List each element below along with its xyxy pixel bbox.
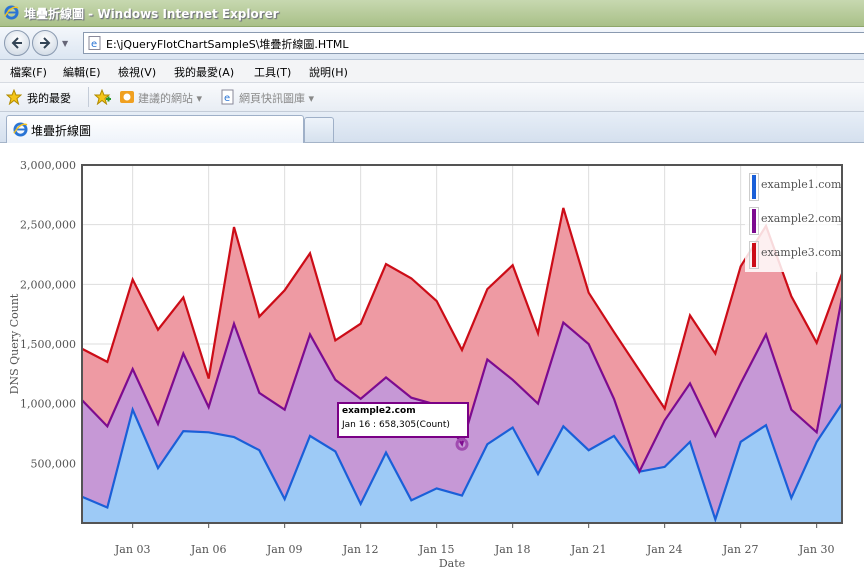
ie-page-icon: e [88, 36, 101, 50]
web-slice-gallery-icon: e [221, 89, 234, 105]
chart-tooltip: example2.com Jan 16 : 658,305(Count) [337, 402, 469, 438]
ie-logo-icon [4, 5, 19, 20]
x-tick-label: Jan 27 [722, 543, 759, 556]
menu-edit[interactable]: 編輯(E) [63, 64, 101, 80]
favorites-bar: 我的最愛 建議的網站 ▾ e 網頁快訊圖庫 ▾ [0, 83, 864, 112]
menu-favorites[interactable]: 我的最愛(A) [174, 64, 234, 80]
legend-item-example3: example3.com [749, 238, 841, 269]
tab-label: 堆疊折線圖 [31, 124, 92, 138]
window-titlebar: 堆疊折線圖 - Windows Internet Explorer [0, 0, 864, 27]
y-tick-label: 500,000 [31, 457, 77, 470]
toolbar-divider [88, 87, 89, 107]
ie-tab-icon [13, 122, 28, 137]
tooltip-title: example2.com [342, 406, 416, 416]
new-tab-button[interactable] [304, 117, 334, 142]
back-arrow-icon [11, 37, 22, 49]
y-tick-label: 2,500,000 [20, 219, 76, 232]
x-tick-label: Jan 21 [570, 543, 607, 556]
y-tick-label: 2,000,000 [20, 278, 76, 291]
menu-tools[interactable]: 工具(T) [254, 64, 291, 80]
x-tick-label: Jan 24 [646, 543, 683, 556]
y-axis-label: DNS Query Count [8, 293, 21, 394]
forward-arrow-icon [40, 37, 51, 49]
web-slice-gallery-button[interactable]: 網頁快訊圖庫 ▾ [239, 90, 314, 106]
legend-item-example1: example1.com [749, 170, 841, 201]
legend-swatch [749, 173, 759, 201]
forward-button[interactable] [32, 30, 58, 56]
y-tick-label: 1,500,000 [20, 338, 76, 351]
legend-label: example2.com [761, 212, 842, 225]
menu-help[interactable]: 說明(H) [309, 64, 348, 80]
navigation-bar: ▼ e E:\jQueryFlotChartSampleS\堆疊折線圖.HTML [0, 27, 864, 60]
history-dropdown-icon[interactable]: ▼ [62, 39, 68, 48]
x-tick-label: Jan 30 [798, 543, 835, 556]
legend-item-example2: example2.com [749, 204, 841, 235]
y-tick-label: 3,000,000 [20, 159, 76, 172]
tab-stacked-line-chart[interactable]: 堆疊折線圖 [6, 115, 304, 143]
y-tick-label: 1,000,000 [20, 398, 76, 411]
tab-bar: 堆疊折線圖 [0, 112, 864, 143]
x-tick-label: Jan 12 [342, 543, 379, 556]
add-favorite-icon[interactable] [94, 89, 112, 105]
tooltip-value: Jan 16 : 658,305(Count) [342, 420, 450, 430]
x-tick-label: Jan 09 [266, 543, 303, 556]
menu-bar: 檔案(F) 編輯(E) 檢視(V) 我的最愛(A) 工具(T) 說明(H) [0, 60, 864, 83]
back-button[interactable] [4, 30, 30, 56]
stacked-area-chart: 500,000 1,000,000 1,500,000 2,000,000 2,500,… [8, 159, 844, 570]
x-tick-label: Jan 06 [190, 543, 227, 556]
chart-legend: example1.com example2.com example3.com [745, 168, 841, 272]
suggested-sites-button[interactable]: 建議的網站 ▾ [138, 90, 202, 106]
x-tick-label: Jan 18 [494, 543, 531, 556]
favorites-button[interactable]: 我的最愛 [27, 90, 71, 106]
menu-view[interactable]: 檢視(V) [118, 64, 156, 80]
address-url[interactable]: E:\jQueryFlotChartSampleS\堆疊折線圖.HTML [106, 36, 349, 52]
legend-label: example3.com [761, 246, 842, 259]
address-bar[interactable]: e E:\jQueryFlotChartSampleS\堆疊折線圖.HTML [83, 32, 864, 54]
svg-text:e: e [224, 93, 230, 104]
x-axis-label: Date [439, 557, 465, 570]
svg-text:e: e [91, 39, 97, 50]
menu-file[interactable]: 檔案(F) [10, 64, 47, 80]
legend-label: example1.com [761, 178, 842, 191]
x-tick-label: Jan 03 [114, 543, 151, 556]
favorites-star-icon [6, 89, 22, 105]
suggested-sites-icon [120, 91, 134, 103]
window-title: 堆疊折線圖 - Windows Internet Explorer [24, 7, 279, 21]
legend-swatch [749, 207, 759, 235]
x-tick-label: Jan 15 [418, 543, 455, 556]
legend-swatch [749, 241, 759, 269]
